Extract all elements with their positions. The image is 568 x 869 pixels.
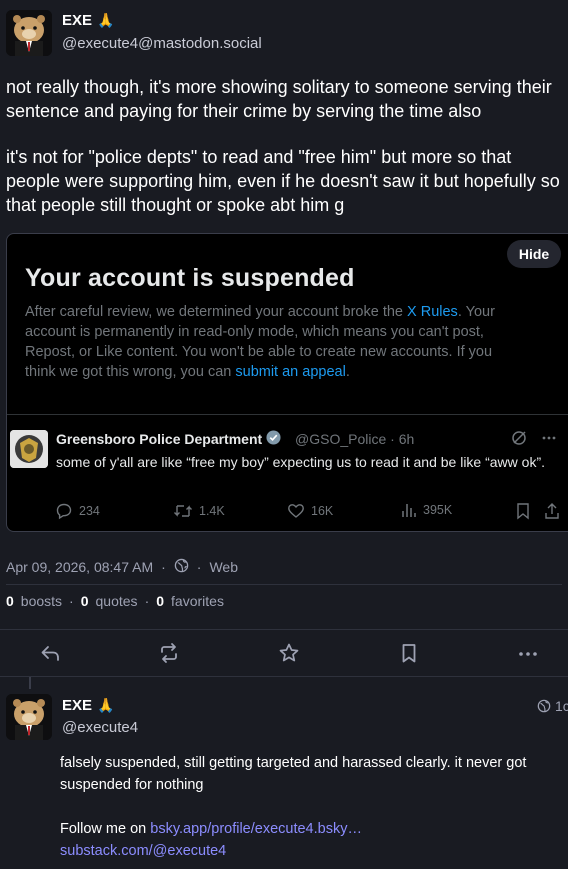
pray-emoji-icon: 🙏 bbox=[97, 12, 115, 28]
quoted-likes-count: 16K bbox=[311, 504, 334, 518]
post-meta: Apr 09, 2026, 08:47 AM · · Web bbox=[6, 558, 238, 576]
suspension-title: Your account is suspended bbox=[25, 264, 355, 292]
reply-icon bbox=[41, 646, 59, 661]
post-client: Web bbox=[209, 559, 238, 575]
reply-handle[interactable]: @execute4 bbox=[62, 719, 138, 736]
media-divider bbox=[7, 414, 568, 415]
reply-display-name-text: EXE bbox=[62, 697, 93, 714]
boosts-count: 0 bbox=[6, 593, 14, 609]
quoted-top-icons bbox=[511, 430, 557, 451]
bookmark-button[interactable] bbox=[395, 639, 423, 667]
suspension-text-end: . bbox=[345, 364, 350, 380]
quoted-avatar bbox=[10, 430, 48, 468]
quoted-replies: 234 bbox=[55, 502, 100, 520]
boosts-label[interactable]: boosts bbox=[21, 593, 62, 609]
quoted-replies-count: 234 bbox=[79, 504, 100, 518]
post-counts: 0 boosts · 0 quotes · 0 favorites bbox=[6, 593, 224, 609]
post-timestamp[interactable]: Apr 09, 2026, 08:47 AM bbox=[6, 559, 153, 575]
meta-divider bbox=[6, 584, 562, 585]
meta-separator-2: · bbox=[196, 559, 202, 575]
repost-icon bbox=[174, 505, 192, 517]
reply-substack-line: substack.com/@execute4 bbox=[60, 840, 560, 862]
reply-follow-line: Follow me on bsky.app/profile/execute4.b… bbox=[60, 818, 560, 840]
reply-button[interactable] bbox=[36, 639, 64, 667]
quoted-likes: 16K bbox=[287, 502, 333, 520]
post-paragraph-2: it's not for "police depts" to read and … bbox=[6, 147, 560, 215]
quoted-share bbox=[543, 502, 561, 520]
media-attachment[interactable]: Hide Your account is suspended After car… bbox=[6, 233, 568, 532]
favorites-label[interactable]: favorites bbox=[171, 593, 224, 609]
suspension-text-part1: After careful review, we determined your… bbox=[25, 304, 408, 320]
quoted-name: Greensboro Police Department bbox=[56, 430, 281, 448]
reply-follow-prefix: Follow me on bbox=[60, 821, 151, 837]
avatar[interactable] bbox=[6, 10, 52, 56]
quoted-name-text: Greensboro Police Department bbox=[56, 431, 263, 447]
favorite-button[interactable] bbox=[275, 639, 303, 667]
quoted-reposts-count: 1.4K bbox=[199, 504, 225, 518]
reply-avatar[interactable] bbox=[6, 694, 52, 740]
views-icon bbox=[402, 504, 416, 517]
more-button[interactable] bbox=[514, 639, 542, 667]
thread-line bbox=[29, 677, 31, 689]
boost-icon bbox=[161, 643, 177, 663]
x-rules-link: X Rules bbox=[407, 304, 458, 320]
post-paragraph-1: not really though, it's more showing sol… bbox=[6, 77, 552, 121]
bsky-link[interactable]: bsky.app/profile/execute4.bsky… bbox=[150, 821, 362, 837]
quotes-count: 0 bbox=[80, 593, 89, 609]
grok-icon bbox=[511, 430, 527, 451]
suspension-text: After careful review, we determined your… bbox=[25, 302, 525, 382]
verified-badge-icon bbox=[266, 430, 281, 448]
quoted-more-icon bbox=[541, 430, 557, 451]
account-handle[interactable]: @execute4@mastodon.social bbox=[62, 35, 262, 52]
quoted-bookmark bbox=[515, 502, 531, 520]
favorites-count: 0 bbox=[156, 593, 165, 609]
star-icon bbox=[279, 643, 299, 662]
counts-separator-2: · bbox=[144, 593, 150, 609]
reply-pray-emoji-icon: 🙏 bbox=[97, 697, 115, 713]
quoted-reposts: 1.4K bbox=[173, 502, 225, 520]
reply-display-name[interactable]: EXE 🙏 bbox=[62, 697, 114, 714]
substack-link[interactable]: substack.com/@execute4 bbox=[60, 843, 226, 859]
reply-time-text: 1c bbox=[555, 698, 568, 714]
quoted-text: some of y'all are like “free my boy” exp… bbox=[56, 454, 545, 470]
quotes-label[interactable]: quotes bbox=[96, 593, 138, 609]
display-name-text: EXE bbox=[62, 12, 93, 29]
share-icon bbox=[545, 503, 559, 519]
submit-appeal-link: submit an appeal bbox=[235, 364, 346, 380]
quoted-stats: 234 1.4K 16K 395K bbox=[55, 502, 568, 522]
quoted-views-count: 395K bbox=[423, 503, 453, 517]
reply-globe-icon bbox=[537, 699, 551, 713]
boost-button[interactable] bbox=[155, 639, 183, 667]
more-icon bbox=[519, 652, 537, 656]
quoted-views: 395K bbox=[401, 502, 452, 518]
reply-line-1: falsely suspended, still getting targete… bbox=[60, 755, 527, 793]
heart-icon bbox=[288, 504, 304, 518]
bookmark-icon bbox=[402, 644, 416, 663]
hide-media-button[interactable]: Hide bbox=[507, 240, 561, 268]
action-bar bbox=[0, 630, 568, 676]
comment-icon bbox=[56, 503, 72, 520]
reply-time[interactable]: 1c bbox=[537, 698, 568, 714]
actions-divider bbox=[0, 676, 568, 677]
display-name[interactable]: EXE 🙏 bbox=[62, 12, 114, 29]
counts-separator: · bbox=[69, 593, 74, 609]
bookmark-outline-icon bbox=[517, 503, 529, 520]
quoted-handle: @GSO_Police · 6h bbox=[295, 431, 415, 447]
globe-icon bbox=[174, 558, 189, 576]
meta-separator: · bbox=[161, 559, 166, 575]
